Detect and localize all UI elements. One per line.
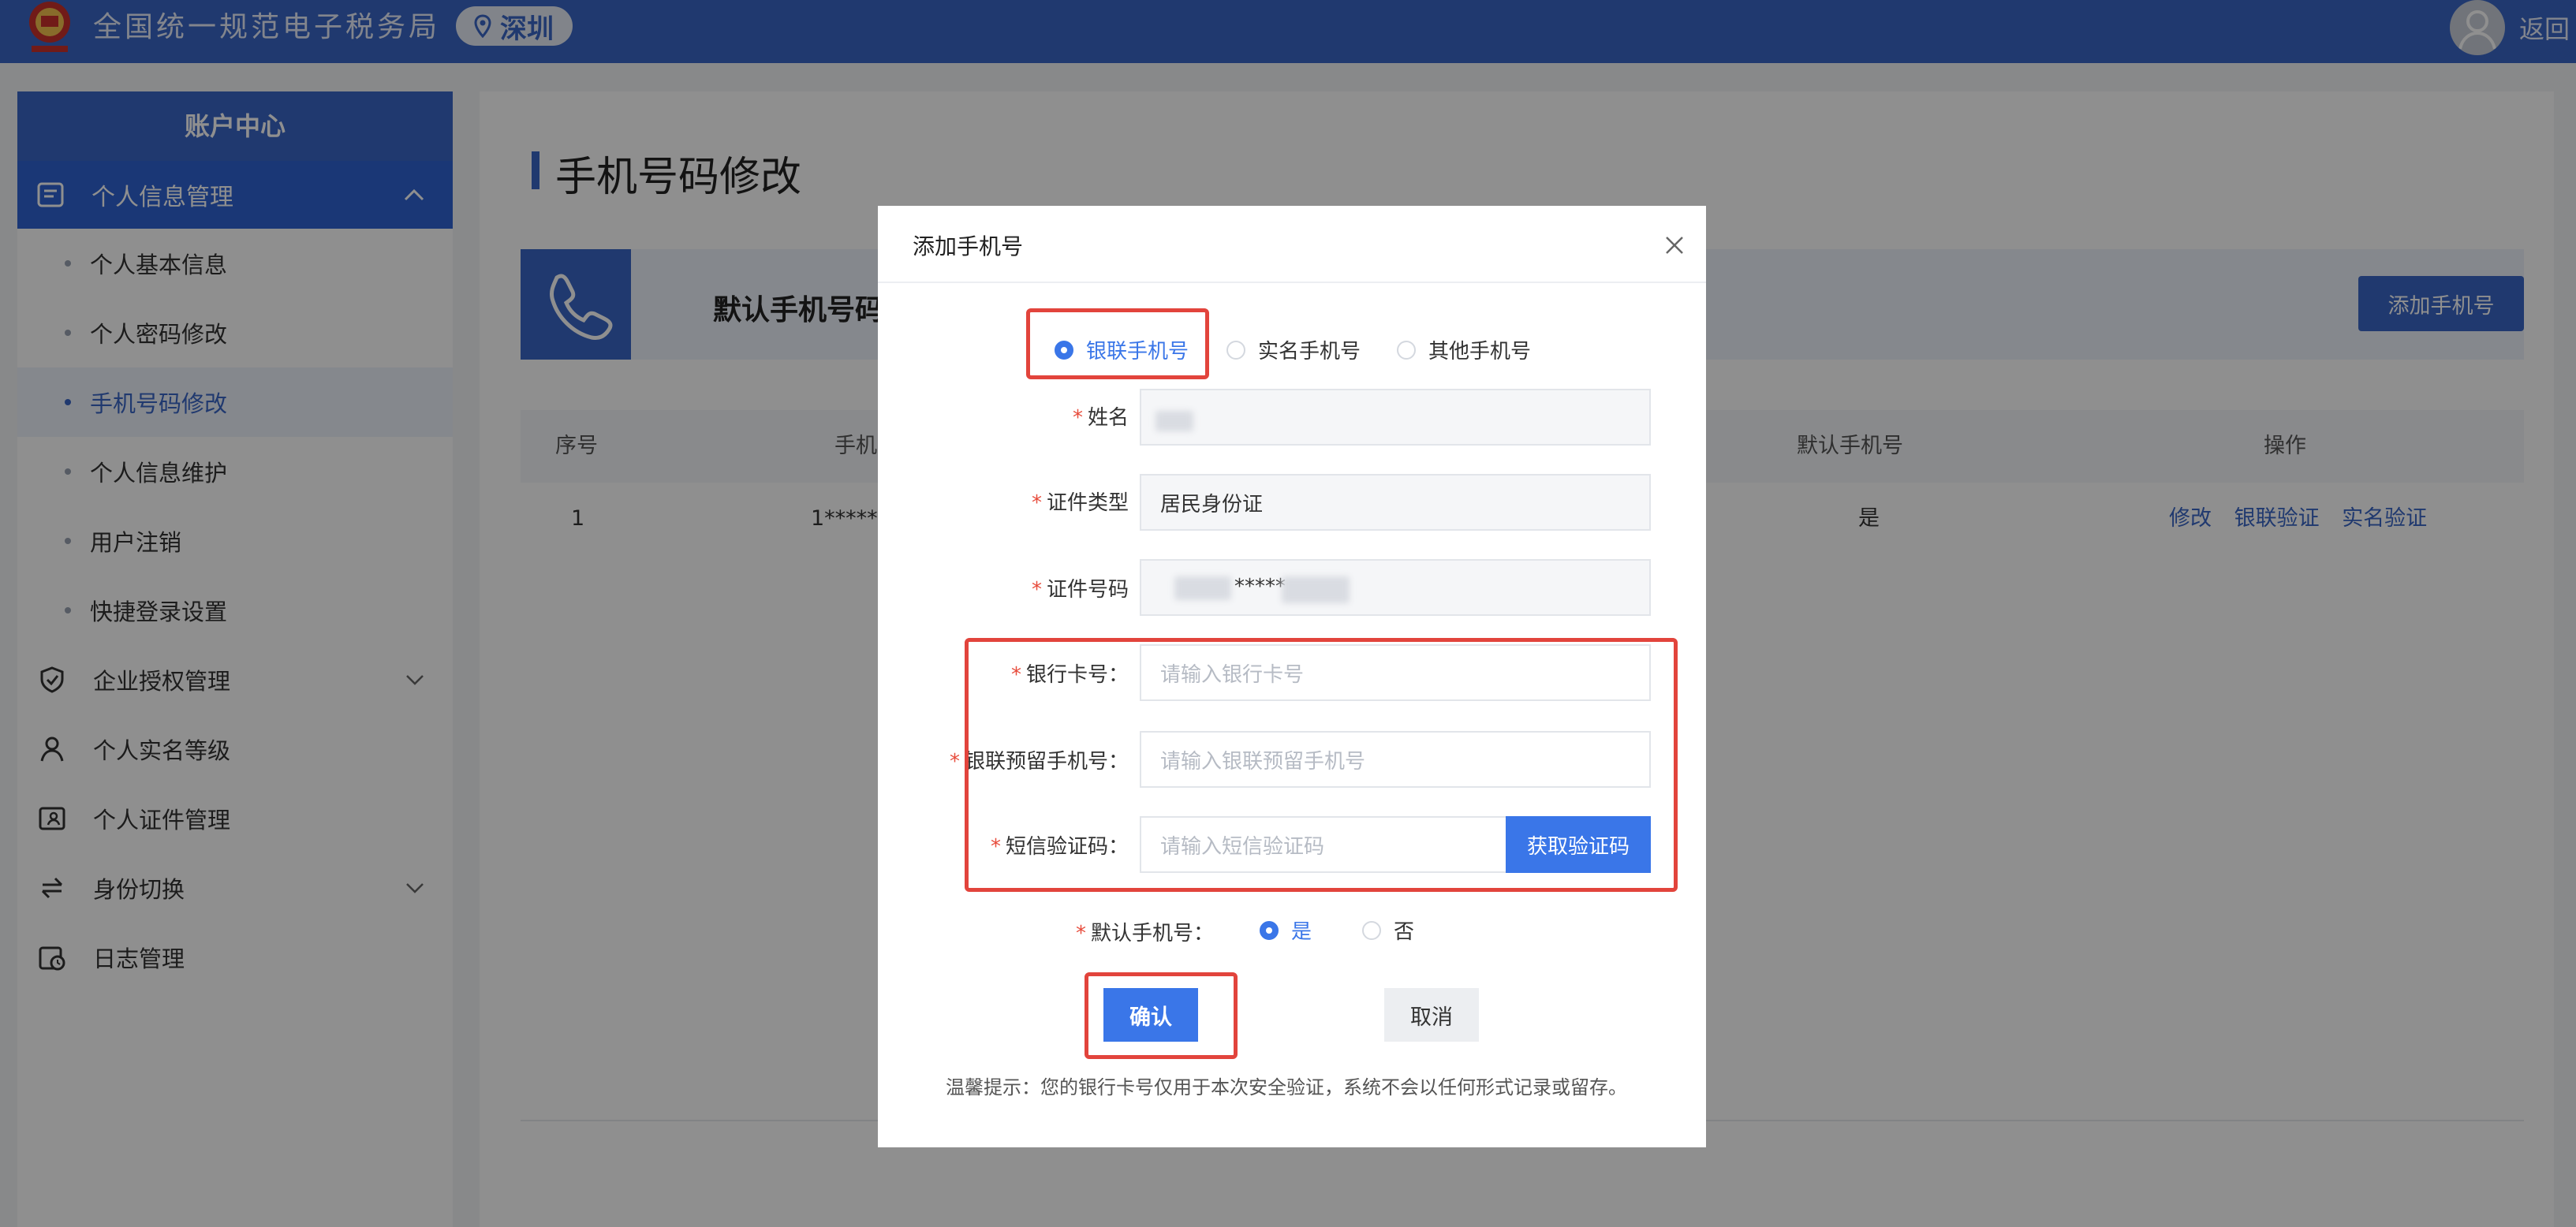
bank-phone-label: * 银联预留手机号：	[949, 750, 1129, 774]
id-type-value: 居民身份证	[1160, 492, 1264, 517]
name-field[interactable]	[1140, 389, 1651, 446]
bank-phone-placeholder: 请输入银联预留手机号	[1160, 749, 1366, 774]
radio-unionpay-phone[interactable]: 银联手机号	[1055, 335, 1189, 364]
redacted-name	[1155, 411, 1193, 431]
radio-circle	[1397, 340, 1416, 360]
get-code-button[interactable]: 获取验证码	[1506, 816, 1651, 873]
default-phone-label: * 默认手机号：	[1075, 922, 1214, 945]
id-type-label: * 证件类型	[1031, 491, 1129, 515]
radio-label: 实名手机号	[1258, 340, 1361, 364]
radio-label: 其他手机号	[1428, 340, 1532, 364]
sms-code-label: * 短信验证码：	[990, 835, 1129, 859]
radio-circle	[1362, 920, 1381, 940]
id-type-select[interactable]: 居民身份证	[1140, 474, 1651, 531]
sms-code-input[interactable]: 请输入短信验证码	[1140, 816, 1507, 873]
add-phone-dialog: 添加手机号 银联手机号 实名手机号 其他手机号 * 姓名 * 证件类型 居民身份证 …	[878, 206, 1706, 1147]
radio-circle	[1055, 340, 1073, 360]
cancel-button[interactable]: 取消	[1384, 988, 1479, 1042]
bank-card-placeholder: 请输入银行卡号	[1160, 662, 1305, 687]
security-tip: 温馨提示：您的银行卡号仅用于本次安全验证，系统不会以任何形式记录或留存。	[946, 1076, 1627, 1098]
id-number-field[interactable]: *****	[1140, 559, 1651, 616]
radio-realname-phone[interactable]: 实名手机号	[1226, 335, 1361, 364]
redacted-id-start	[1174, 576, 1231, 600]
name-label: * 姓名	[1072, 406, 1129, 430]
radio-circle	[1260, 920, 1279, 940]
radio-default-no[interactable]: 否	[1362, 916, 1414, 945]
id-number-label: * 证件号码	[1031, 578, 1129, 602]
dialog-header: 添加手机号	[878, 206, 1706, 283]
radio-default-yes[interactable]: 是	[1260, 916, 1312, 945]
radio-label: 银联手机号	[1086, 340, 1189, 364]
confirm-button[interactable]: 确认	[1103, 988, 1198, 1042]
redacted-id-end	[1282, 576, 1350, 603]
radio-circle	[1226, 340, 1245, 360]
bank-card-label: * 银行卡号：	[1010, 663, 1129, 687]
id-number-mask: *****	[1234, 575, 1286, 599]
sms-code-placeholder: 请输入短信验证码	[1160, 834, 1325, 859]
bank-card-input[interactable]: 请输入银行卡号	[1140, 644, 1651, 701]
radio-label: 是	[1291, 920, 1312, 944]
close-icon[interactable]	[1663, 234, 1686, 256]
bank-phone-input[interactable]: 请输入银联预留手机号	[1140, 731, 1651, 788]
dialog-title: 添加手机号	[913, 233, 1024, 259]
radio-label: 否	[1394, 920, 1415, 944]
radio-other-phone[interactable]: 其他手机号	[1397, 335, 1531, 364]
